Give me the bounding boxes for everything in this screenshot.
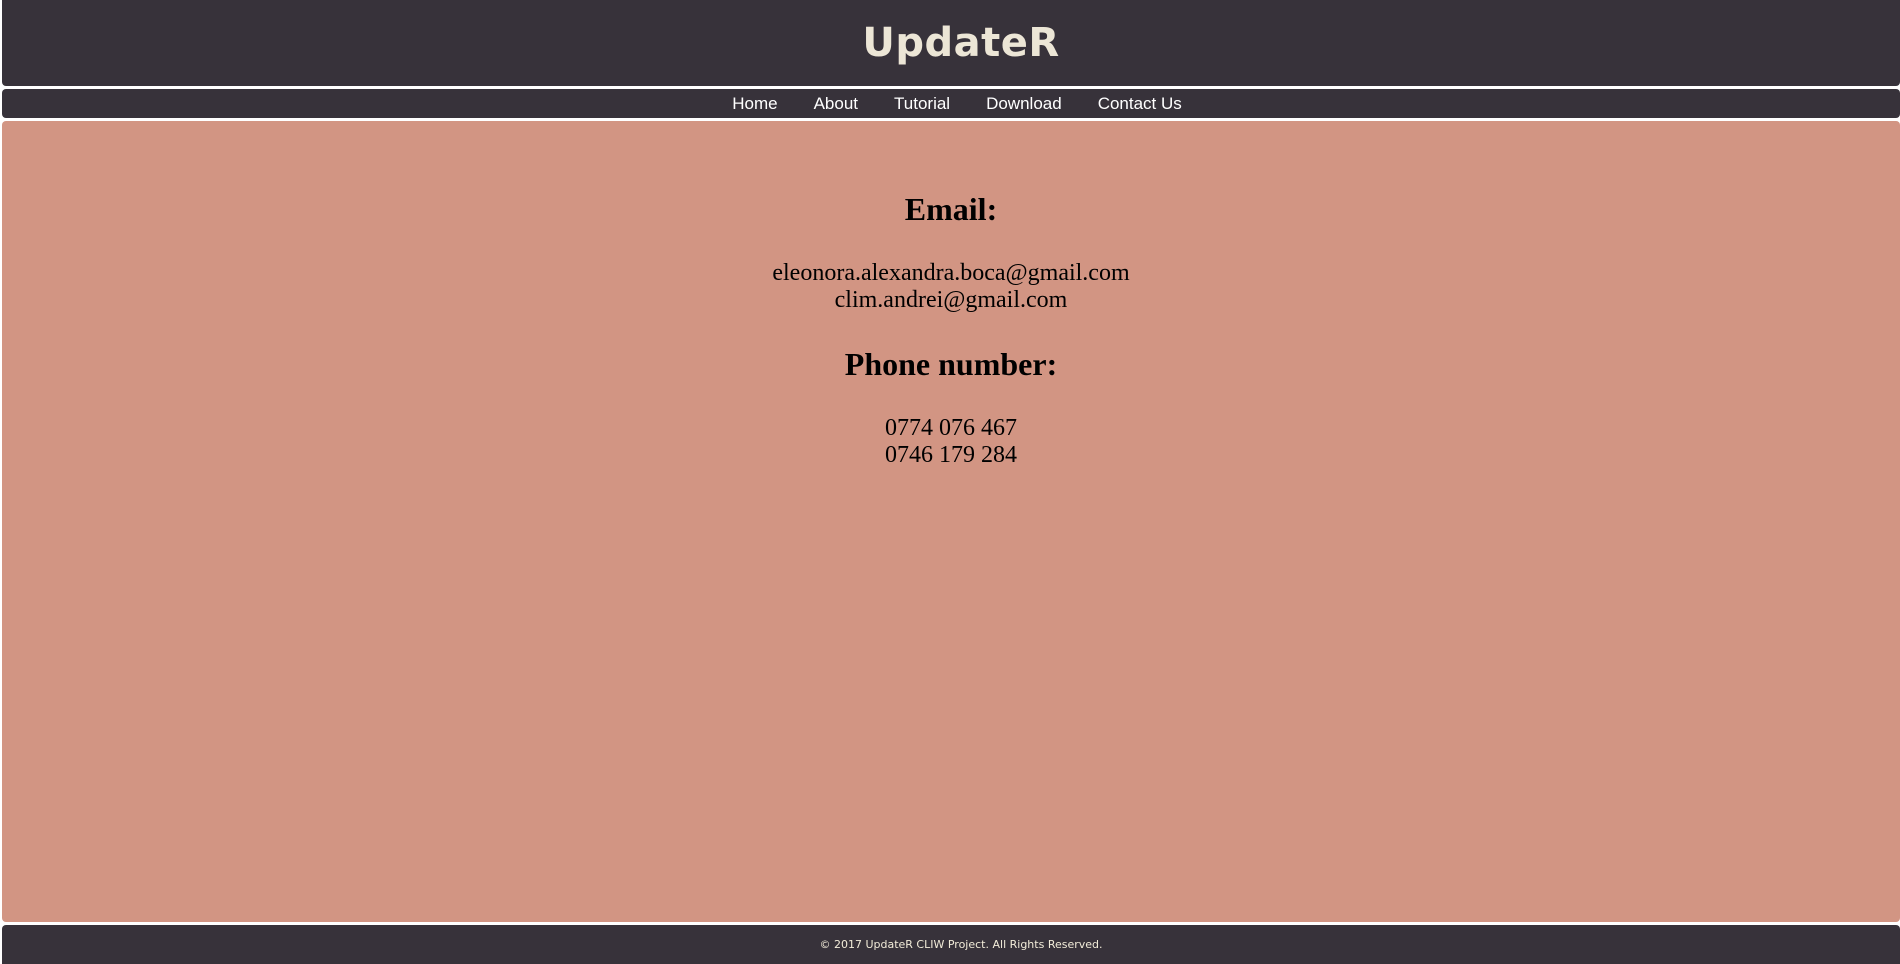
main-nav: Home About Tutorial Download Contact Us <box>2 89 1900 118</box>
nav-item-home[interactable]: Home <box>732 94 777 114</box>
copyright-text: © 2017 UpdateR CLIW Project. All Rights … <box>819 938 1103 951</box>
email-heading: Email: <box>904 191 998 227</box>
nav-item-about[interactable]: About <box>814 94 858 114</box>
site-title: UpdateR <box>862 20 1060 66</box>
nav-item-download[interactable]: Download <box>986 94 1062 114</box>
email-address: eleonora.alexandra.boca@gmail.com <box>772 260 1130 286</box>
phone-number: 0746 179 284 <box>885 442 1017 468</box>
nav-list: Home About Tutorial Download Contact Us <box>714 94 1200 114</box>
site-header: UpdateR <box>2 0 1900 86</box>
phone-heading: Phone number: <box>844 346 1058 382</box>
nav-item-contact-us[interactable]: Contact Us <box>1098 94 1182 114</box>
nav-item-tutorial[interactable]: Tutorial <box>894 94 950 114</box>
email-address: clim.andrei@gmail.com <box>834 287 1068 313</box>
phone-list: 0774 076 467 0746 179 284 <box>2 415 1900 469</box>
site-footer: © 2017 UpdateR CLIW Project. All Rights … <box>2 925 1900 964</box>
contact-content: Email: eleonora.alexandra.boca@gmail.com… <box>2 121 1900 922</box>
phone-number: 0774 076 467 <box>885 415 1017 441</box>
email-list: eleonora.alexandra.boca@gmail.com clim.a… <box>2 260 1900 314</box>
